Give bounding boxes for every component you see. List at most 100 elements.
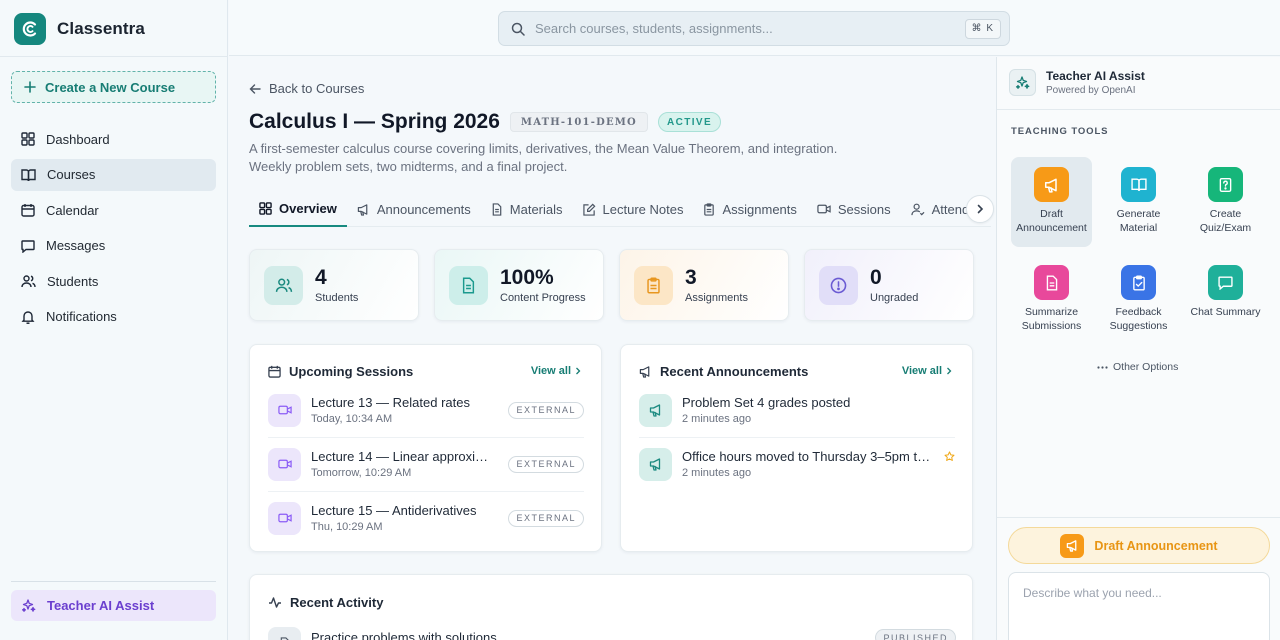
- grid-icon: [259, 202, 272, 215]
- view-all-label: View all: [530, 365, 571, 377]
- chevron-right-icon: [575, 367, 581, 375]
- sidebar-item-students[interactable]: Students: [11, 265, 216, 297]
- activity-row[interactable]: Practice problems with solutions PUBLISH…: [268, 623, 956, 640]
- teaching-tools-label: TEACHING TOOLS: [1011, 126, 1109, 137]
- draft-announcement-button[interactable]: Draft Announcement: [1008, 527, 1270, 564]
- stats-row: 4 Students 100% Content Progress 3 Assig…: [249, 249, 974, 321]
- external-badge: EXTERNAL: [508, 455, 584, 473]
- tool-summarize-submissions[interactable]: Summarize Submissions: [1011, 255, 1092, 345]
- session-row[interactable]: Lecture 14 — Linear approximati... Tomor…: [268, 437, 584, 491]
- tab-materials[interactable]: Materials: [481, 192, 573, 226]
- session-row[interactable]: Lecture 15 — Antiderivatives Thu, 10:29 …: [268, 491, 584, 545]
- message-icon: [21, 239, 35, 253]
- session-row[interactable]: Lecture 13 — Related rates Today, 10:34 …: [268, 383, 584, 437]
- card-title: Upcoming Sessions: [289, 364, 414, 379]
- view-all-sessions-link[interactable]: View all: [531, 365, 581, 377]
- ai-prompt-input[interactable]: [1008, 572, 1270, 640]
- megaphone-icon: [357, 203, 370, 216]
- tab-assignments[interactable]: Assignments: [693, 192, 806, 226]
- stat-label: Content Progress: [500, 291, 586, 304]
- tab-label: Announcements: [376, 201, 471, 217]
- tool-chat-summary[interactable]: Chat Summary: [1185, 255, 1266, 345]
- tool-label: Draft Announcement: [1016, 208, 1087, 234]
- keyboard-shortcut: ⌘ K: [964, 18, 1001, 39]
- course-main: Back to Courses Calculus I — Spring 2026…: [229, 57, 995, 640]
- view-all-label: View all: [901, 365, 942, 377]
- sidebar: Classentra Create a New Course Dashboard…: [0, 0, 228, 640]
- megaphone-icon: [639, 393, 672, 427]
- megaphone-icon: [1034, 167, 1069, 202]
- video-icon: [268, 393, 301, 427]
- card-header: Recent Announcements: [639, 364, 808, 379]
- sidebar-item-label: Dashboard: [46, 131, 110, 147]
- tool-feedback-suggestions[interactable]: Feedback Suggestions: [1098, 255, 1179, 345]
- tool-create-quiz-exam[interactable]: Create Quiz/Exam: [1185, 157, 1266, 247]
- stat-label: Ungraded: [870, 291, 919, 304]
- megaphone-icon: [639, 365, 652, 378]
- tool-draft-announcement[interactable]: Draft Announcement: [1011, 157, 1092, 247]
- calendar-icon: [268, 365, 281, 378]
- tab-announcements[interactable]: Announcements: [347, 192, 481, 226]
- search-box[interactable]: ⌘ K: [498, 11, 1010, 46]
- tab-label: Attend: [931, 201, 970, 217]
- sidebar-item-notifications[interactable]: Notifications: [11, 301, 216, 333]
- create-course-button[interactable]: Create a New Course: [11, 71, 216, 103]
- tool-label: Chat Summary: [1190, 306, 1261, 318]
- announcement-row[interactable]: Problem Set 4 grades posted 2 minutes ag…: [639, 383, 955, 437]
- tab-label: Materials: [509, 201, 563, 217]
- draft-announcement-label: Draft Announcement: [1094, 538, 1218, 553]
- brand-name: Classentra: [57, 19, 145, 38]
- sidebar-item-label: Courses: [47, 167, 96, 182]
- sidebar-item-label: Calendar: [46, 202, 99, 218]
- clipboard-icon: [634, 265, 673, 305]
- tab-label: Assignments: [722, 201, 797, 217]
- other-options-label: Other Options: [1113, 361, 1179, 373]
- announcement-time: 2 minutes ago: [682, 467, 752, 479]
- tab-lecture-notes[interactable]: Lecture Notes: [573, 192, 694, 226]
- quiz-icon: [1208, 167, 1243, 202]
- tabs-scroll-right-button[interactable]: [966, 195, 994, 223]
- create-course-label: Create a New Course: [45, 79, 176, 95]
- tab-sessions[interactable]: Sessions: [807, 192, 901, 226]
- ai-panel-divider: [997, 517, 1280, 518]
- stat-card-ungraded: 0 Ungraded: [804, 249, 974, 321]
- star-icon[interactable]: [944, 450, 955, 462]
- alert-circle-icon: [819, 265, 858, 305]
- brand-logo-icon: [14, 13, 46, 45]
- tool-label: Create Quiz/Exam: [1199, 208, 1252, 234]
- other-options-button[interactable]: Other Options: [1097, 361, 1178, 373]
- tab-label: Sessions: [837, 201, 891, 217]
- stat-label: Students: [315, 291, 359, 304]
- back-to-courses-link[interactable]: Back to Courses: [249, 81, 364, 96]
- ai-panel-header: Teacher AI Assist Powered by OpenAI: [1009, 69, 1145, 96]
- card-title: Recent Announcements: [660, 364, 809, 379]
- ai-panel-subtitle: Powered by OpenAI: [1046, 85, 1136, 96]
- tab-overview[interactable]: Overview: [249, 192, 347, 227]
- view-all-announcements-link[interactable]: View all: [902, 365, 952, 377]
- sidebar-divider: [0, 56, 228, 57]
- tool-label: Feedback Suggestions: [1109, 306, 1168, 332]
- sidebar-item-messages[interactable]: Messages: [11, 230, 216, 262]
- search-icon: [511, 22, 525, 36]
- sidebar-item-calendar[interactable]: Calendar: [11, 194, 216, 226]
- sidebar-item-courses[interactable]: Courses: [11, 158, 216, 191]
- course-title-row: Calculus I — Spring 2026 MATH-101-DEMO A…: [249, 110, 722, 134]
- session-title: Lecture 15 — Antiderivatives: [311, 503, 477, 518]
- brand[interactable]: Classentra: [14, 13, 145, 45]
- book-open-icon: [1121, 167, 1156, 202]
- sparkles-icon: [21, 598, 36, 613]
- sidebar-item-label: Messages: [46, 238, 106, 253]
- tool-generate-material[interactable]: Generate Material: [1098, 157, 1179, 247]
- tool-label: Generate Material: [1116, 208, 1161, 234]
- teacher-ai-assist-button[interactable]: Teacher AI Assist: [11, 590, 216, 621]
- stat-card-students: 4 Students: [249, 249, 419, 321]
- stat-value: 3: [685, 265, 697, 289]
- sidebar-item-dashboard[interactable]: Dashboard: [11, 123, 216, 155]
- announcement-row[interactable]: Office hours moved to Thursday 3–5pm thi…: [639, 437, 955, 491]
- plus-icon: [24, 81, 36, 93]
- top-bar: ⌘ K: [229, 0, 1280, 56]
- teacher-ai-assist-label: Teacher AI Assist: [47, 598, 155, 613]
- search-input[interactable]: [535, 21, 955, 36]
- user-icon: [911, 203, 925, 216]
- book-icon: [21, 168, 36, 182]
